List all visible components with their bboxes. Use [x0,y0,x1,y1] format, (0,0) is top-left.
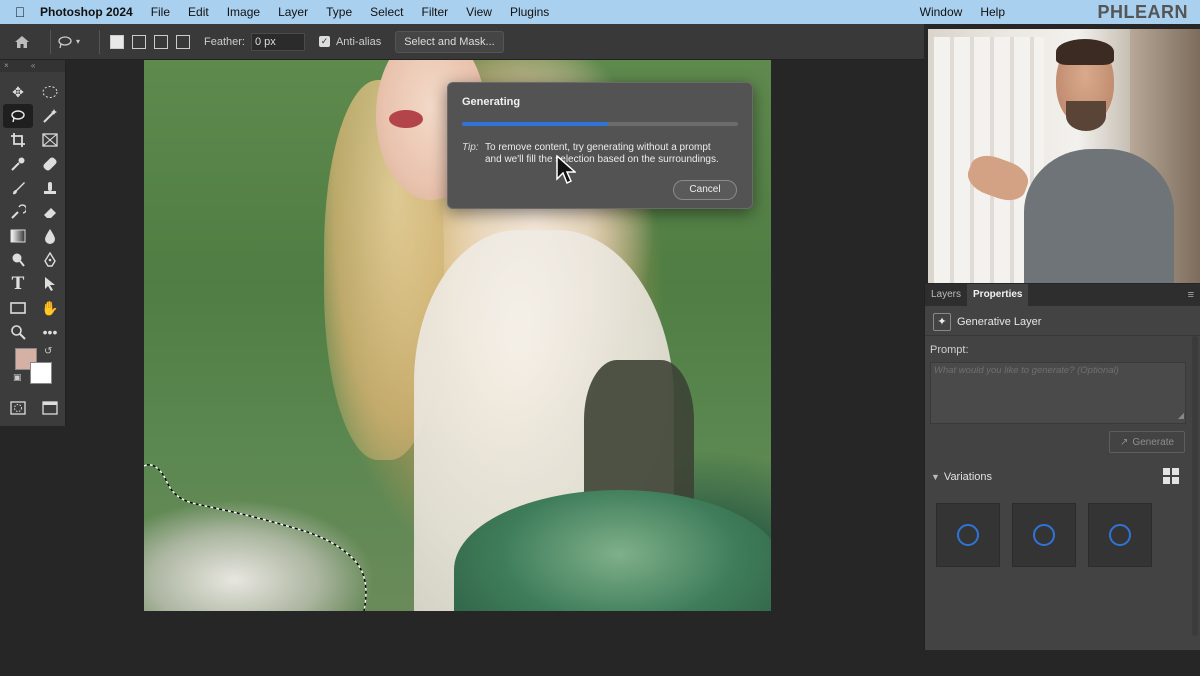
stamp-icon[interactable] [35,176,65,200]
select-and-mask-button[interactable]: Select and Mask... [395,30,504,53]
toolbar-header[interactable]: × « [0,60,65,72]
menu-layer[interactable]: Layer [278,5,308,19]
variation-thumb[interactable] [936,503,1000,567]
zoom-icon[interactable] [3,320,33,344]
eyedropper-icon[interactable] [3,152,33,176]
variations-header[interactable]: ▼ Variations [925,466,1200,488]
type-icon[interactable]: T [3,272,33,296]
mouse-cursor-icon [556,155,576,185]
grid-view-icon[interactable] [1163,468,1179,484]
chevron-down-icon[interactable]: ▼ [931,472,940,482]
add-selection-icon[interactable] [132,34,146,49]
cancel-button[interactable]: Cancel [673,180,737,200]
feather-label: Feather: [204,35,245,48]
progress-fill [462,122,609,126]
menu-window[interactable]: Window [920,5,963,19]
menu-bar:  Photoshop 2024 File Edit Image Layer T… [0,0,1200,24]
tab-layers[interactable]: Layers [925,284,967,306]
resize-handle-icon[interactable]: ◢ [1178,411,1184,420]
dodge-icon[interactable] [3,248,33,272]
anti-alias-label: Anti-alias [335,35,382,48]
move-icon[interactable]: ✥ [3,80,33,104]
tab-properties[interactable]: Properties [967,284,1029,306]
variation-thumb[interactable] [1088,503,1152,567]
generate-button[interactable]: ↗ Generate [1109,431,1185,453]
layer-type-label: Generative Layer [957,315,1042,328]
menu-edit[interactable]: Edit [188,5,209,19]
menu-type[interactable]: Type [326,5,352,19]
menu-view[interactable]: View [466,5,492,19]
magic-wand-icon[interactable] [35,104,65,128]
brush-icon[interactable] [3,176,33,200]
frame-icon[interactable] [35,128,65,152]
screen-mode-icon[interactable] [35,396,65,420]
apple-icon[interactable]:  [0,4,40,20]
more-icon[interactable]: ••• [35,320,65,344]
default-colors-icon[interactable]: ▣ [13,372,22,383]
variations-label: Variations [943,471,993,483]
swap-colors-icon[interactable]: ↺ [44,346,52,357]
loading-spinner-icon [957,524,979,546]
history-brush-icon[interactable] [3,200,33,224]
menu-plugins[interactable]: Plugins [510,5,549,19]
hand-icon[interactable]: ✋ [35,296,65,320]
subtract-selection-icon[interactable] [154,34,168,49]
dialog-title: Generating [462,96,521,108]
panel-tabs: Layers Properties ≡ [925,284,1200,306]
loading-spinner-icon [1033,524,1055,546]
brand-logo: PHLEARN [1097,2,1188,22]
app-name[interactable]: Photoshop 2024 [40,5,133,19]
background-color-swatch[interactable] [30,362,52,384]
generating-dialog: Generating Tip: To remove content, try g… [447,82,753,209]
new-selection-icon[interactable] [110,34,124,49]
gradient-icon[interactable] [3,224,33,248]
options-bar: ▾ Feather: 0 px ✓ Anti-alias Select and … [0,24,924,60]
layer-type-row: ✦ Generative Layer [925,308,1200,336]
anti-alias-checkbox[interactable]: ✓ [318,36,330,47]
lasso-icon[interactable] [3,104,33,128]
menu-select[interactable]: Select [370,5,403,19]
progress-bar [462,122,738,126]
presenter-video [928,29,1200,283]
panel-menu-icon[interactable]: ≡ [1182,284,1200,306]
menu-filter[interactable]: Filter [421,5,448,19]
home-icon[interactable] [0,35,44,49]
crop-icon[interactable] [3,128,33,152]
generate-icon: ↗ [1119,436,1129,448]
tools-panel: × « ✥ T ✋ ••• ↺ ▣ [0,60,66,426]
blur-icon[interactable] [35,224,65,248]
pen-icon[interactable] [35,248,65,272]
path-select-icon[interactable] [35,272,65,296]
menu-image[interactable]: Image [227,5,260,19]
healing-icon[interactable] [35,152,65,176]
variation-thumb[interactable] [1012,503,1076,567]
chevron-down-icon[interactable]: ▾ [76,37,80,46]
marquee-icon[interactable] [35,80,65,104]
eraser-icon[interactable] [35,200,65,224]
menu-help[interactable]: Help [980,5,1005,19]
properties-panel: Layers Properties ≡ ✦ Generative Layer P… [924,284,1200,650]
loading-spinner-icon [1109,524,1131,546]
prompt-input[interactable]: What would you like to generate? (Option… [930,362,1186,424]
menu-file[interactable]: File [151,5,170,19]
feather-input[interactable]: 0 px [250,32,305,51]
lasso-preset-icon[interactable]: ▾ [57,35,93,49]
tip-label: Tip: [462,142,479,153]
rectangle-icon[interactable] [3,296,33,320]
quick-mask-icon[interactable] [3,396,33,420]
variation-thumbnails [936,503,1152,567]
generative-layer-icon: ✦ [933,312,951,331]
color-swatches: ↺ ▣ [0,346,65,394]
generate-label: Generate [1132,436,1175,448]
tip-text: To remove content, try generating withou… [485,142,719,165]
intersect-selection-icon[interactable] [176,34,190,49]
prompt-label: Prompt: [930,344,969,356]
